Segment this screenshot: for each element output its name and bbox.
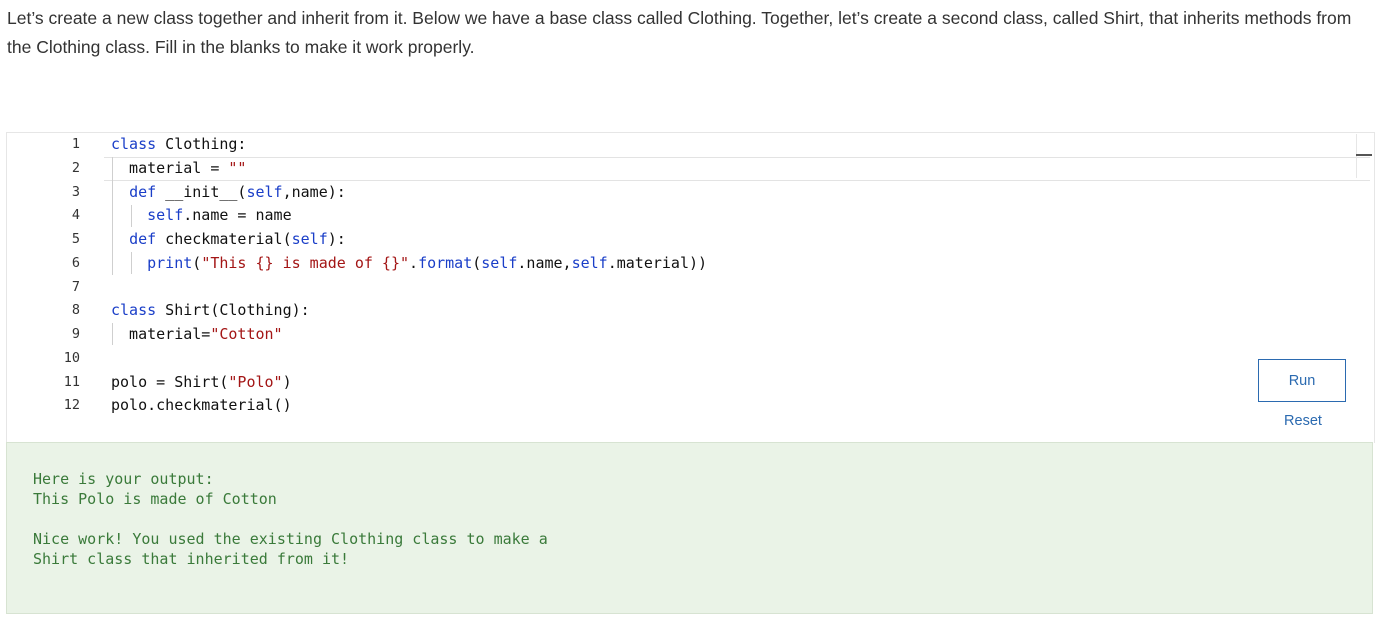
code-line[interactable]: class Clothing: bbox=[111, 132, 246, 156]
line-number: 3 bbox=[71, 184, 80, 200]
line-number: 8 bbox=[71, 302, 80, 318]
scrollbar-thumb[interactable] bbox=[1356, 154, 1372, 156]
run-button[interactable]: Run bbox=[1258, 359, 1346, 402]
line-number: 4 bbox=[71, 207, 80, 223]
line-number: 10 bbox=[63, 350, 80, 366]
output-text: Here is your output: This Polo is made o… bbox=[33, 470, 548, 568]
code-line[interactable]: print("This {} is made of {}".format(sel… bbox=[111, 251, 707, 275]
line-number: 12 bbox=[63, 397, 80, 413]
code-line[interactable]: material = "" bbox=[111, 156, 246, 180]
line-number: 9 bbox=[71, 326, 80, 342]
exercise-instructions: Let’s create a new class together and in… bbox=[7, 8, 1352, 57]
active-line-highlight bbox=[104, 157, 1370, 181]
line-number: 6 bbox=[71, 255, 80, 271]
code-line[interactable]: material="Cotton" bbox=[111, 322, 283, 346]
code-line[interactable]: class Shirt(Clothing): bbox=[111, 298, 310, 322]
line-number: 2 bbox=[71, 160, 80, 176]
line-number: 11 bbox=[63, 374, 80, 390]
reset-link[interactable]: Reset bbox=[1258, 413, 1348, 429]
code-line[interactable]: self.name = name bbox=[111, 203, 292, 227]
line-number: 1 bbox=[71, 136, 80, 152]
line-number: 7 bbox=[71, 279, 80, 295]
line-number: 5 bbox=[71, 231, 80, 247]
output-panel: Here is your output: This Polo is made o… bbox=[6, 442, 1373, 614]
code-line[interactable]: polo.checkmaterial() bbox=[111, 393, 292, 417]
code-line[interactable]: def checkmaterial(self): bbox=[111, 227, 346, 251]
editor-scrollbar[interactable] bbox=[1356, 134, 1371, 178]
code-line[interactable]: def __init__(self,name): bbox=[111, 180, 346, 204]
code-line[interactable]: polo = Shirt("Polo") bbox=[111, 370, 292, 394]
